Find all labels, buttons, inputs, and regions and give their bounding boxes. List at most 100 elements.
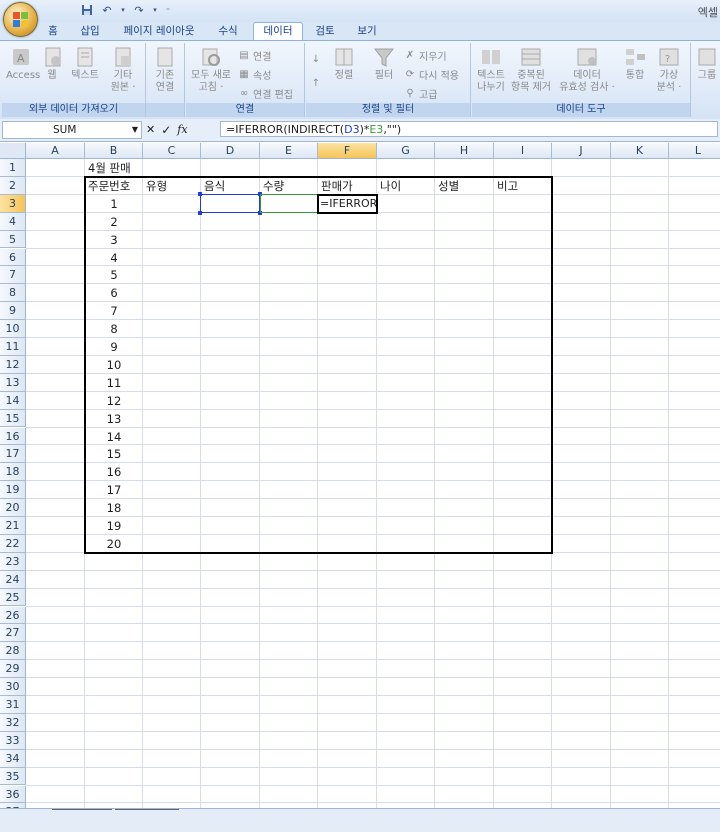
column-header[interactable]: D — [201, 143, 260, 159]
row-header[interactable]: 9 — [0, 302, 26, 321]
gridline — [26, 641, 720, 643]
column-header[interactable]: H — [435, 143, 494, 159]
cancel-icon[interactable]: ✕ — [146, 123, 155, 136]
row-header[interactable]: 28 — [0, 642, 26, 661]
gridline — [26, 766, 720, 768]
advanced-button[interactable]: ⚲ 고급 — [404, 86, 437, 101]
reference-highlight-d3 — [200, 193, 260, 213]
text-to-columns-button[interactable]: 텍스트 나누기 — [472, 45, 510, 94]
row-header[interactable]: 27 — [0, 624, 26, 643]
sort-az-button[interactable]: ↓ — [310, 53, 322, 65]
row-header[interactable]: 33 — [0, 731, 26, 750]
row-header[interactable]: 1 — [0, 159, 26, 177]
row-header[interactable]: 12 — [0, 355, 26, 374]
row-header[interactable]: 16 — [0, 427, 26, 446]
group-button[interactable]: 그룹 — [694, 45, 720, 82]
row-header[interactable]: 23 — [0, 552, 26, 571]
row-header[interactable]: 25 — [0, 588, 26, 607]
row-header[interactable]: 7 — [0, 266, 26, 285]
properties-button[interactable]: ▦ 속성 — [238, 67, 271, 82]
redo-dropdown-icon[interactable]: ▾ — [152, 3, 158, 17]
column-header[interactable]: G — [377, 143, 435, 159]
row-header[interactable]: 11 — [0, 338, 26, 356]
office-button[interactable] — [3, 2, 38, 37]
row-header[interactable]: 24 — [0, 570, 26, 589]
consolidate-button[interactable]: 통합 — [620, 45, 650, 82]
row-header[interactable]: 31 — [0, 696, 26, 714]
row-header[interactable]: 13 — [0, 373, 26, 392]
remove-duplicates-button[interactable]: 중복된 항목 제거 — [508, 45, 554, 94]
tab-page-layout[interactable]: 페이지 레이아웃 — [113, 23, 205, 40]
sheet-tab[interactable] — [52, 809, 112, 818]
reference-handle[interactable] — [198, 191, 202, 196]
row-header[interactable]: 5 — [0, 230, 26, 249]
edit-links-button[interactable]: ∞ 연결 편집 — [238, 86, 293, 101]
row-header[interactable]: 18 — [0, 463, 26, 482]
row-header[interactable]: 21 — [0, 517, 26, 535]
formula-input[interactable]: =IFERROR(INDIRECT(D3)*E3,"") — [220, 121, 718, 137]
existing-connections-button[interactable]: 기존 연결 — [150, 45, 180, 94]
sort-button[interactable]: 정렬 — [328, 45, 360, 82]
connections-button[interactable]: ▤ 연결 — [238, 48, 271, 63]
row-header[interactable]: 10 — [0, 320, 26, 338]
row-header[interactable]: 26 — [0, 606, 26, 625]
name-box-dropdown-icon[interactable]: ▼ — [132, 122, 138, 138]
tab-formulas[interactable]: 수식 — [208, 23, 248, 40]
redo-icon[interactable]: ↷ — [132, 3, 146, 17]
save-icon[interactable] — [80, 3, 94, 17]
other-sources-button[interactable]: 기타 원본 · — [106, 45, 140, 94]
reapply-button[interactable]: ⟳ 다시 적용 — [404, 67, 459, 82]
data-validation-button[interactable]: 데이터 유효성 검사 · — [554, 45, 620, 94]
sort-za-button[interactable]: ↑ — [310, 77, 322, 89]
row-header[interactable]: 6 — [0, 248, 26, 267]
web-button[interactable]: 웹 — [40, 45, 64, 82]
column-header[interactable]: B — [85, 143, 143, 159]
column-header[interactable]: L — [669, 143, 720, 159]
row-header[interactable]: 30 — [0, 678, 26, 696]
insert-function-icon[interactable]: fx — [177, 123, 187, 136]
column-header[interactable]: E — [260, 143, 318, 159]
enter-icon[interactable]: ✓ — [161, 123, 171, 137]
active-cell-editor[interactable]: =IFERROR — [320, 195, 377, 213]
column-header[interactable]: A — [26, 143, 85, 159]
refresh-all-button[interactable]: 모두 새로 고침 · — [188, 45, 234, 94]
row-header[interactable]: 34 — [0, 749, 26, 768]
worksheet-grid[interactable]: ABCDEFGHIJKL 1 2 3 4 5 6 7 8 9 10 11 12 13 14 15 16 17 18… — [0, 143, 720, 808]
tab-home[interactable]: 홈 — [38, 23, 68, 40]
undo-icon[interactable]: ↶ — [100, 3, 114, 17]
sheet-tab[interactable] — [115, 809, 179, 818]
row-header[interactable]: 3 — [0, 194, 26, 213]
what-if-analysis-button[interactable]: ? 가상 분석 · — [652, 45, 686, 94]
access-button[interactable]: A Access — [6, 45, 40, 82]
row-header[interactable]: 20 — [0, 499, 26, 517]
tab-data[interactable]: 데이터 — [253, 22, 303, 41]
name-box[interactable]: SUM ▼ — [2, 121, 142, 139]
row-header[interactable]: 22 — [0, 534, 26, 553]
column-header[interactable]: J — [552, 143, 611, 159]
column-header[interactable]: K — [611, 143, 669, 159]
column-header[interactable]: I — [494, 143, 552, 159]
row-header[interactable]: 8 — [0, 284, 26, 303]
row-header[interactable]: 17 — [0, 445, 26, 464]
undo-dropdown-icon[interactable]: ▾ — [120, 3, 126, 17]
row-header[interactable]: 2 — [0, 176, 26, 195]
row-header[interactable]: 32 — [0, 713, 26, 732]
clear-button[interactable]: ✗ 지우기 — [404, 48, 447, 63]
row-header[interactable]: 29 — [0, 660, 26, 679]
row-header[interactable]: 35 — [0, 767, 26, 786]
row-header[interactable]: 14 — [0, 391, 26, 410]
column-header[interactable]: C — [143, 143, 201, 159]
tab-view[interactable]: 보기 — [347, 23, 387, 40]
row-header[interactable]: 15 — [0, 409, 26, 428]
row-header[interactable]: 36 — [0, 785, 26, 804]
text-button[interactable]: 텍스트 — [68, 45, 102, 82]
select-all-corner[interactable] — [0, 143, 26, 159]
column-header[interactable]: F — [318, 143, 377, 159]
row-header[interactable]: 4 — [0, 212, 26, 231]
customize-qat-icon[interactable]: ⁼ — [164, 3, 172, 17]
row-header[interactable]: 19 — [0, 481, 26, 500]
reference-handle[interactable] — [198, 210, 202, 215]
tab-insert[interactable]: 삽입 — [72, 23, 108, 40]
tab-review[interactable]: 검토 — [305, 23, 345, 40]
filter-button[interactable]: 필터 — [366, 45, 402, 82]
